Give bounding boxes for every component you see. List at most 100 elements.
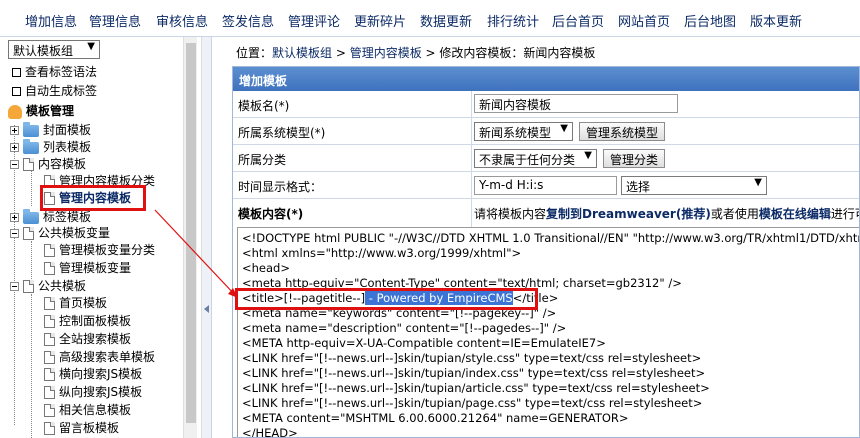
tree-root-template-manage[interactable]: 模板管理 — [8, 102, 74, 119]
chevron-down-icon: ▼ — [560, 123, 568, 134]
tree-item-h-search-js[interactable]: 横向搜索JS模板 — [44, 365, 142, 382]
nav-ranking[interactable]: 排行统计 — [487, 11, 539, 30]
online-edit-link[interactable]: 模板在线编辑 — [759, 207, 831, 221]
copy-to-dreamweaver-link[interactable]: 复制到Dreamweaver(推荐) — [546, 207, 711, 221]
time-format-input[interactable]: Y-m-d H:i:s — [474, 176, 617, 195]
tree-item-adv-search[interactable]: 高级搜索表单模板 — [44, 348, 155, 365]
nav-admin-home[interactable]: 后台首页 — [552, 11, 604, 30]
field-label: 所属系统模型(*) — [238, 126, 326, 140]
template-group-select[interactable]: 默认模板组 ▼ — [8, 40, 100, 59]
nav-sign-info[interactable]: 签发信息 — [222, 11, 274, 30]
row-time-format: 时间显示格式： Y-m-d H:i:s 选择 ▼ — [233, 172, 859, 199]
column-divider — [471, 145, 472, 171]
field-label: 模板名(*) — [238, 99, 290, 113]
hint-text: 请将模板内容 — [474, 207, 547, 221]
row-category: 所属分类 不隶属于任何分类 ▼ 管理分类 — [233, 145, 859, 172]
field-label: 模板内容(*) — [238, 207, 304, 221]
tree-item-label: 查看标签语法 — [25, 65, 98, 79]
tree-item-v-search-js[interactable]: 纵向搜索JS模板 — [44, 383, 142, 400]
tree-item-cover[interactable]: 封面模板 — [10, 121, 91, 138]
code-line: </HEAD> — [242, 426, 298, 438]
collapse-icon[interactable] — [10, 229, 19, 238]
category-select[interactable]: 不隶属于任何分类 ▼ — [474, 149, 597, 168]
nav-data-update[interactable]: 数据更新 — [420, 11, 472, 30]
tree-item-label: 相关信息模板 — [59, 403, 132, 417]
document-icon — [44, 333, 55, 346]
nav-update-fragments[interactable]: 更新碎片 — [354, 11, 406, 30]
document-icon — [44, 368, 55, 381]
code-line: <!DOCTYPE html PUBLIC "-//W3C//DTD XHTML… — [242, 231, 860, 245]
code-line: <meta name="description" content="[!--pa… — [242, 321, 567, 335]
time-format-select[interactable]: 选择 ▼ — [621, 176, 767, 195]
row-template-name: 模板名(*) 新闻内容模板 — [233, 91, 859, 118]
template-content-textarea[interactable]: <!DOCTYPE html PUBLIC "-//W3C//DTD XHTML… — [237, 227, 860, 438]
field-label: 时间显示格式： — [238, 180, 323, 194]
breadcrumb-link-group[interactable]: 默认模板组 — [272, 46, 332, 60]
system-model-select[interactable]: 新闻系统模型 ▼ — [474, 122, 573, 141]
tree-item-public-var[interactable]: 公共模板变量 — [10, 224, 110, 241]
chevron-down-icon: ▼ — [584, 150, 592, 161]
select-value: 不隶属于任何分类 — [479, 153, 576, 167]
document-icon — [23, 280, 34, 293]
document-icon — [44, 386, 55, 399]
template-name-input[interactable]: 新闻内容模板 — [474, 94, 678, 113]
nav-manage-info[interactable]: 管理信息 — [89, 11, 141, 30]
tree-item-panel[interactable]: 控制面板模板 — [44, 312, 131, 329]
tree-item-content[interactable]: 内容模板 — [10, 155, 86, 172]
tree-item-label: 横向搜索JS模板 — [59, 367, 143, 381]
hint-text: 或者使用 — [710, 207, 759, 221]
tree-scrollbar[interactable] — [183, 37, 197, 438]
tree-item-public-var-manage[interactable]: 管理模板变量 — [44, 259, 131, 276]
tree-item-auto-tag[interactable]: 自动生成标签 — [12, 82, 97, 99]
tree-item-public-var-category[interactable]: 管理模板变量分类 — [44, 241, 155, 258]
panel-splitter[interactable] — [202, 37, 212, 438]
tree-item-site-search[interactable]: 全站搜索模板 — [44, 330, 131, 347]
nav-review-info[interactable]: 审核信息 — [156, 11, 208, 30]
tree-item-label: 封面模板 — [43, 123, 92, 137]
scrollbar-thumb[interactable] — [186, 43, 196, 423]
template-tree-panel: 默认模板组 ▼ 查看标签语法 自动生成标签 模板管理 封面模板 列表模板 内容模… — [0, 37, 202, 438]
document-icon — [44, 244, 55, 257]
folder-icon — [23, 208, 39, 224]
code-line: <LINK href="[!--news.url--]skin/tupian/a… — [242, 381, 710, 395]
nav-version-update[interactable]: 版本更新 — [750, 11, 802, 30]
nav-manage-comments[interactable]: 管理评论 — [288, 11, 340, 30]
collapse-arrow-icon[interactable] — [204, 305, 209, 313]
nav-admin-map[interactable]: 后台地图 — [684, 11, 736, 30]
row-system-model: 所属系统模型(*) 新闻系统模型 ▼ 管理系统模型 — [233, 118, 859, 145]
template-group-value: 默认模板组 — [13, 44, 74, 58]
tree-guide-line — [31, 241, 32, 279]
document-icon — [44, 422, 55, 435]
breadcrumb-separator: > — [332, 46, 350, 60]
tree-item-label: 标签模板 — [43, 210, 92, 224]
column-divider — [471, 199, 472, 227]
highlight-box-manage-template — [40, 185, 146, 211]
document-icon — [44, 404, 55, 417]
template-edit-form: 增加模板 模板名(*) 新闻内容模板 所属系统模型(*) 新闻系统模型 ▼ 管理系… — [232, 66, 860, 438]
tree-item-guestbook[interactable]: 留言板模板 — [44, 419, 119, 436]
form-header: 增加模板 — [233, 67, 859, 91]
tree-item-tag-syntax[interactable]: 查看标签语法 — [12, 63, 97, 80]
tree-item-label: 全站搜索模板 — [59, 332, 132, 346]
tree-item-home[interactable]: 首页模板 — [44, 294, 107, 311]
expand-icon[interactable] — [10, 143, 19, 152]
collapse-icon[interactable] — [10, 160, 19, 169]
nav-site-home[interactable]: 网站首页 — [618, 11, 670, 30]
collapse-icon[interactable] — [10, 282, 19, 291]
code-line: <LINK href="[!--news.url--]skin/tupian/s… — [242, 351, 702, 365]
manage-system-model-button[interactable]: 管理系统模型 — [579, 122, 666, 141]
document-icon — [23, 227, 34, 240]
nav-add-info[interactable]: 增加信息 — [25, 11, 77, 30]
breadcrumb: 位置：默认模板组 > 管理内容模板 > 修改内容模板：新闻内容模板 — [236, 44, 595, 61]
expand-icon[interactable] — [10, 213, 19, 222]
tree-item-related[interactable]: 相关信息模板 — [44, 401, 131, 418]
manage-category-button[interactable]: 管理分类 — [603, 149, 666, 168]
tree-item-label: 高级搜索表单模板 — [59, 350, 156, 364]
chevron-down-icon: ▼ — [754, 177, 762, 188]
breadcrumb-link-manage[interactable]: 管理内容模板 — [350, 46, 422, 60]
top-nav: 增加信息 管理信息 审核信息 签发信息 管理评论 更新碎片 数据更新 排行统计 … — [0, 0, 860, 37]
document-icon — [44, 351, 55, 364]
expand-icon[interactable] — [10, 126, 19, 135]
tree-item-public-template[interactable]: 公共模板 — [10, 277, 86, 294]
tree-item-list[interactable]: 列表模板 — [10, 138, 91, 155]
